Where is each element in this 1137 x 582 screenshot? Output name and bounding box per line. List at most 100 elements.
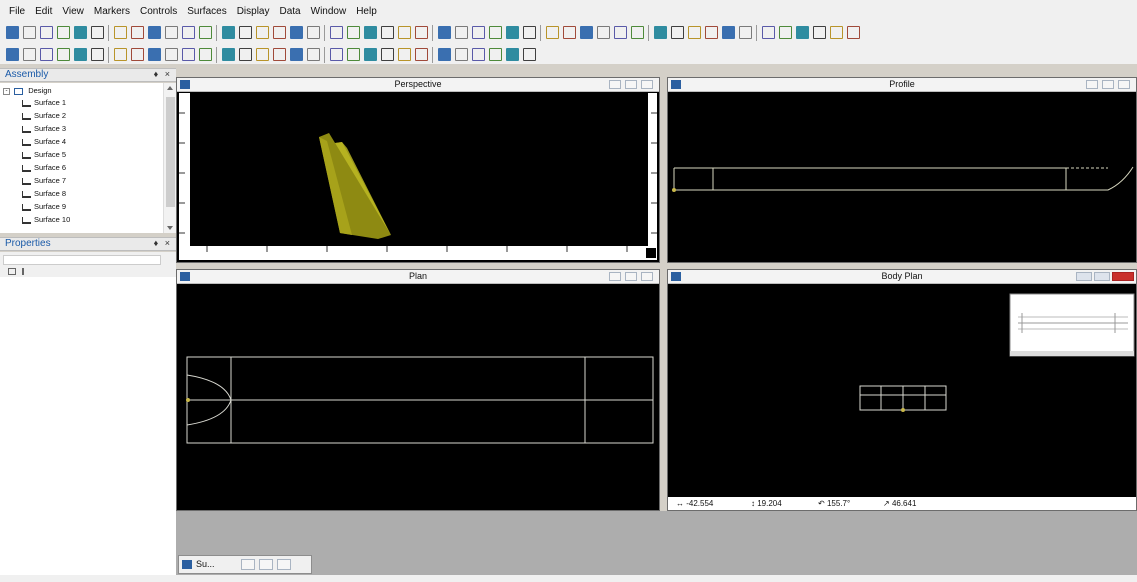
toolbar-tool-button[interactable] <box>381 48 394 61</box>
toolbar-tool-button[interactable] <box>239 48 252 61</box>
toolbar-tool-button[interactable] <box>455 26 468 39</box>
toolbar-tool-button[interactable] <box>688 26 701 39</box>
toolbar-tool-button[interactable] <box>23 26 36 39</box>
toolbar-tool-button[interactable] <box>472 48 485 61</box>
toolbar-tool-button[interactable] <box>523 48 536 61</box>
toolbar-tool-button[interactable] <box>347 48 360 61</box>
close-icon[interactable] <box>1118 80 1130 89</box>
tree-item-surface[interactable]: Surface 4 <box>22 136 66 147</box>
toolbar-tool-button[interactable] <box>74 48 87 61</box>
toolbar-tool-button[interactable] <box>364 26 377 39</box>
maximize-icon[interactable] <box>259 559 273 570</box>
tree-item-surface[interactable]: Surface 3 <box>22 123 66 134</box>
tree-item-surface[interactable]: Surface 1 <box>22 97 66 108</box>
toolbar-tool-button[interactable] <box>381 26 394 39</box>
collapse-icon[interactable]: - <box>3 87 10 95</box>
toolbar-tool-button[interactable] <box>148 48 161 61</box>
toolbar-tool-button[interactable] <box>40 48 53 61</box>
minimize-icon[interactable] <box>1076 272 1092 281</box>
toolbar-tool-button[interactable] <box>722 26 735 39</box>
maximize-icon[interactable] <box>1102 80 1114 89</box>
toolbar-tool-button[interactable] <box>438 48 451 61</box>
toolbar-tool-button[interactable] <box>739 26 752 39</box>
toolbar-tool-button[interactable] <box>91 48 104 61</box>
restore-icon[interactable] <box>1086 80 1098 89</box>
tree-item-surface[interactable]: Surface 7 <box>22 175 66 186</box>
toolbar-tool-button[interactable] <box>148 26 161 39</box>
toolbar-tool-button[interactable] <box>506 48 519 61</box>
toolbar-tool-button[interactable] <box>472 26 485 39</box>
toolbar-tool-button[interactable] <box>580 26 593 39</box>
tree-item-surface[interactable]: Surface 10 <box>22 214 70 225</box>
toolbar-tool-button[interactable] <box>6 26 19 39</box>
toolbar-tool-button[interactable] <box>290 48 303 61</box>
restore-icon[interactable] <box>609 80 621 89</box>
toolbar-tool-button[interactable] <box>273 48 286 61</box>
toolbar-tool-button[interactable] <box>290 26 303 39</box>
tree-item-surface[interactable]: Surface 5 <box>22 149 66 160</box>
tree-root[interactable]: - Design <box>3 85 52 96</box>
menu-help[interactable]: Help <box>351 6 382 17</box>
properties-grid[interactable] <box>0 277 176 575</box>
menu-display[interactable]: Display <box>232 6 275 17</box>
toolbar-tool-button[interactable] <box>57 26 70 39</box>
toolbar-tool-button[interactable] <box>199 48 212 61</box>
maximize-icon[interactable] <box>625 80 637 89</box>
toolbar-tool-button[interactable] <box>256 26 269 39</box>
toolbar-tool-button[interactable] <box>239 26 252 39</box>
toolbar-tool-button[interactable] <box>415 26 428 39</box>
menu-edit[interactable]: Edit <box>30 6 57 17</box>
category-icon[interactable] <box>8 268 16 275</box>
toolbar-tool-button[interactable] <box>199 26 212 39</box>
toolbar-tool-button[interactable] <box>438 26 451 39</box>
toolbar-tool-button[interactable] <box>489 48 502 61</box>
tree-scrollbar[interactable] <box>163 83 176 233</box>
toolbar-tool-button[interactable] <box>273 26 286 39</box>
toolbar-tool-button[interactable] <box>222 48 235 61</box>
panel-controls[interactable]: ♦ × <box>154 69 172 79</box>
tree-item-surface[interactable]: Surface 9 <box>22 201 66 212</box>
toolbar-tool-button[interactable] <box>830 26 843 39</box>
toolbar-tool-button[interactable] <box>563 26 576 39</box>
toolbar-tool-button[interactable] <box>398 26 411 39</box>
toolbar-tool-button[interactable] <box>762 26 775 39</box>
menu-data[interactable]: Data <box>275 6 306 17</box>
toolbar-tool-button[interactable] <box>415 48 428 61</box>
toolbar-tool-button[interactable] <box>597 26 610 39</box>
toolbar-tool-button[interactable] <box>91 26 104 39</box>
tree-item-surface[interactable]: Surface 2 <box>22 110 66 121</box>
perspective-canvas[interactable] <box>177 93 659 262</box>
menu-controls[interactable]: Controls <box>135 6 182 17</box>
toolbar-tool-button[interactable] <box>847 26 860 39</box>
toolbar-tool-button[interactable] <box>546 26 559 39</box>
toolbar-tool-button[interactable] <box>131 26 144 39</box>
menu-markers[interactable]: Markers <box>89 6 135 17</box>
body-plan-mini-map[interactable] <box>1009 293 1135 357</box>
toolbar-tool-button[interactable] <box>6 48 19 61</box>
restore-icon[interactable] <box>609 272 621 281</box>
plan-viewport[interactable]: Plan <box>176 269 660 511</box>
toolbar-tool-button[interactable] <box>813 26 826 39</box>
toolbar-tool-button[interactable] <box>23 48 36 61</box>
toolbar-tool-button[interactable] <box>307 48 320 61</box>
toolbar-tool-button[interactable] <box>114 48 127 61</box>
tree-item-surface[interactable]: Surface 8 <box>22 188 66 199</box>
toolbar-tool-button[interactable] <box>165 26 178 39</box>
toolbar-tool-button[interactable] <box>779 26 792 39</box>
toolbar-tool-button[interactable] <box>114 26 127 39</box>
toolbar-tool-button[interactable] <box>222 26 235 39</box>
toolbar-tool-button[interactable] <box>74 26 87 39</box>
profile-canvas[interactable] <box>668 93 1136 262</box>
plan-canvas[interactable] <box>177 285 659 510</box>
menu-surfaces[interactable]: Surfaces <box>182 6 231 17</box>
menu-view[interactable]: View <box>57 6 89 17</box>
menu-window[interactable]: Window <box>306 6 352 17</box>
profile-viewport[interactable]: Profile <box>667 77 1137 263</box>
toolbar-tool-button[interactable] <box>671 26 684 39</box>
perspective-viewport[interactable]: Perspective <box>176 77 660 263</box>
properties-selector[interactable] <box>3 255 161 265</box>
close-icon[interactable] <box>1112 272 1134 281</box>
toolbar-tool-button[interactable] <box>330 26 343 39</box>
toolbar-tool-button[interactable] <box>330 48 343 61</box>
toolbar-tool-button[interactable] <box>57 48 70 61</box>
